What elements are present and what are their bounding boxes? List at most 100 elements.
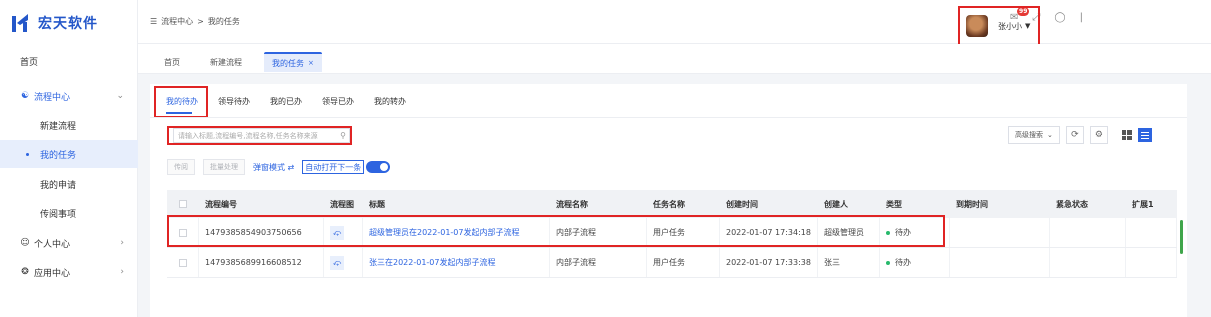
sidebar-item-label: 新建流程 xyxy=(40,121,77,132)
refresh-button[interactable]: ⟳ xyxy=(1065,126,1084,144)
sidebar-item-personal-center[interactable]: ☺ 个人中心 › xyxy=(0,229,138,257)
sidebar-item-process-center[interactable]: ☯ 流程中心 ⌄ xyxy=(0,82,138,110)
table-row[interactable]: 1479385689916608512 ⤽ 张三在2022-01-07发起内部子… xyxy=(167,248,1177,278)
status-dot xyxy=(886,260,890,265)
breadcrumb-item: 我的任务 xyxy=(207,17,240,26)
sidebar-item-circulated[interactable]: 传阅事项 xyxy=(0,199,138,227)
page-tab-label: 首页 xyxy=(164,57,180,67)
status-badge: 待办 xyxy=(895,258,911,267)
ext1 xyxy=(1126,218,1177,247)
sidebar-item-home[interactable]: 首页 xyxy=(0,47,138,75)
creator: 张三 xyxy=(818,248,880,277)
due-time xyxy=(950,248,1050,277)
column-header: 任务名称 xyxy=(647,190,720,218)
caret-down-icon: ▼ xyxy=(1025,22,1031,30)
gear-icon: ⚙ xyxy=(1094,130,1103,140)
auto-open-next: 自动打开下一条 xyxy=(302,160,391,174)
right-toolbar: 高级搜索 ⌄ ⟳ ⚙ xyxy=(1008,126,1152,144)
task-title-link[interactable]: 张三在2022-01-07发起内部子流程 xyxy=(369,257,496,268)
list-view-icon[interactable] xyxy=(1137,128,1152,142)
menu-toggle-icon[interactable]: ☰ xyxy=(150,17,157,26)
column-header: 流程图 xyxy=(324,190,363,218)
avatar[interactable] xyxy=(966,15,988,37)
advanced-search-label: 高级搜索 xyxy=(1015,131,1043,139)
row-checkbox[interactable] xyxy=(167,248,199,277)
close-icon[interactable]: × xyxy=(308,59,314,67)
page-tab-home[interactable]: 首页 xyxy=(156,52,188,72)
advanced-search-button[interactable]: 高级搜索 ⌄ xyxy=(1008,126,1060,144)
breadcrumb-item[interactable]: 流程中心 xyxy=(161,16,193,27)
urgency xyxy=(1050,248,1126,277)
table-header: 流程编号 流程图 标题 流程名称 任务名称 创建时间 创建人 类型 到期时间 紧… xyxy=(167,190,1177,218)
chevron-right-icon: › xyxy=(120,238,124,248)
divider: | xyxy=(1079,12,1083,23)
user-menu[interactable]: 张小小 ▼ xyxy=(958,6,1040,46)
subtab-leader-todo[interactable]: 领导待办 xyxy=(218,96,250,107)
top-header: ☰ 流程中心 > 我的任务 ✉ 99 ⤢ ◯ | xyxy=(138,0,1211,44)
column-header: 流程编号 xyxy=(199,190,324,218)
chevron-down-icon: ⌄ xyxy=(1047,131,1053,139)
refresh-icon: ⟳ xyxy=(1071,130,1079,140)
column-header: 类型 xyxy=(880,190,950,218)
swap-icon: ⇄ xyxy=(287,162,295,172)
auto-open-label: 自动打开下一条 xyxy=(302,160,365,174)
logo-icon xyxy=(12,14,28,32)
sidebar-item-label: 我的申请 xyxy=(40,180,77,191)
flowchart-icon[interactable]: ⤽ xyxy=(330,255,344,270)
search-highlight-box: 请输入标题,流程编号,流程名称,任务名称来源 ⚲ xyxy=(167,126,352,145)
chevron-right-icon: › xyxy=(120,267,124,277)
subtab-my-done[interactable]: 我的已办 xyxy=(270,96,302,107)
sidebar-item-label: 传阅事项 xyxy=(40,209,77,220)
ext1 xyxy=(1126,248,1177,277)
scrollbar[interactable] xyxy=(1180,220,1183,254)
sidebar-item-app-center[interactable]: ❂ 应用中心 › xyxy=(0,258,138,286)
app-name: 宏天软件 xyxy=(38,16,98,32)
row-highlight-box xyxy=(167,215,945,247)
flow-name: 内部子流程 xyxy=(550,248,647,277)
breadcrumb-separator: > xyxy=(197,17,204,26)
sidebar-item-my-tasks[interactable]: 我的任务 xyxy=(0,140,138,168)
sidebar: 宏天软件 首页 ☯ 流程中心 ⌄ 新建流程 我的任务 我的申请 传阅事项 ☺ 个… xyxy=(0,0,138,317)
auto-open-toggle[interactable] xyxy=(366,161,391,173)
transfer-button[interactable]: 传阅 xyxy=(167,159,195,175)
task-name: 用户任务 xyxy=(647,248,720,277)
urgency xyxy=(1050,218,1126,247)
sidebar-item-label: 应用中心 xyxy=(34,268,71,279)
sidebar-item-label: 流程中心 xyxy=(34,92,71,103)
search-icon[interactable]: ⚲ xyxy=(340,131,346,140)
sidebar-item-label: 个人中心 xyxy=(34,239,71,250)
process-id: 1479385689916608512 xyxy=(199,248,324,277)
sidebar-item-new-process[interactable]: 新建流程 xyxy=(0,111,138,139)
search-placeholder: 请输入标题,流程编号,流程名称,任务名称来源 xyxy=(178,131,318,140)
popup-mode-link[interactable]: 弹窗模式 ⇄ xyxy=(253,162,294,173)
action-bar: 传阅 批量处理 弹窗模式 ⇄ 自动打开下一条 xyxy=(167,159,391,175)
column-header: 流程名称 xyxy=(550,190,647,218)
sidebar-item-label: 我的任务 xyxy=(40,150,77,161)
theme-icon[interactable]: ◯ xyxy=(1054,12,1065,23)
settings-button[interactable]: ⚙ xyxy=(1089,126,1108,144)
grid-view-icon[interactable] xyxy=(1121,130,1132,140)
title-cell: 张三在2022-01-07发起内部子流程 xyxy=(363,248,550,277)
column-header: 标题 xyxy=(363,190,550,218)
process-icon: ☯ xyxy=(20,91,30,101)
column-header: 紧急状态 xyxy=(1050,190,1126,218)
flowchart-cell: ⤽ xyxy=(324,248,363,277)
search-input[interactable]: 请输入标题,流程编号,流程名称,任务名称来源 ⚲ xyxy=(173,128,350,143)
due-time xyxy=(950,218,1050,247)
column-header: 创建人 xyxy=(818,190,880,218)
page-tab-label: 新建流程 xyxy=(210,57,242,67)
subtab-leader-done[interactable]: 领导已办 xyxy=(322,96,354,107)
batch-process-button[interactable]: 批量处理 xyxy=(203,159,245,175)
app-icon: ❂ xyxy=(21,267,29,277)
page-tab-my-tasks[interactable]: 我的任务 × xyxy=(264,52,322,72)
column-header: 扩展1 xyxy=(1126,190,1177,218)
page-tab-new-process[interactable]: 新建流程 xyxy=(202,52,250,72)
subtab-my-transferred[interactable]: 我的转办 xyxy=(374,96,406,107)
column-header: 创建时间 xyxy=(720,190,818,218)
page-tabs-bar: 首页 新建流程 我的任务 × xyxy=(138,44,1211,74)
created-time: 2022-01-07 17:33:38 xyxy=(720,248,818,277)
app-logo[interactable]: 宏天软件 xyxy=(12,13,98,33)
select-all-checkbox[interactable] xyxy=(167,190,199,218)
chevron-down-icon: ⌄ xyxy=(116,91,124,101)
sidebar-item-my-applications[interactable]: 我的申请 xyxy=(0,170,138,198)
